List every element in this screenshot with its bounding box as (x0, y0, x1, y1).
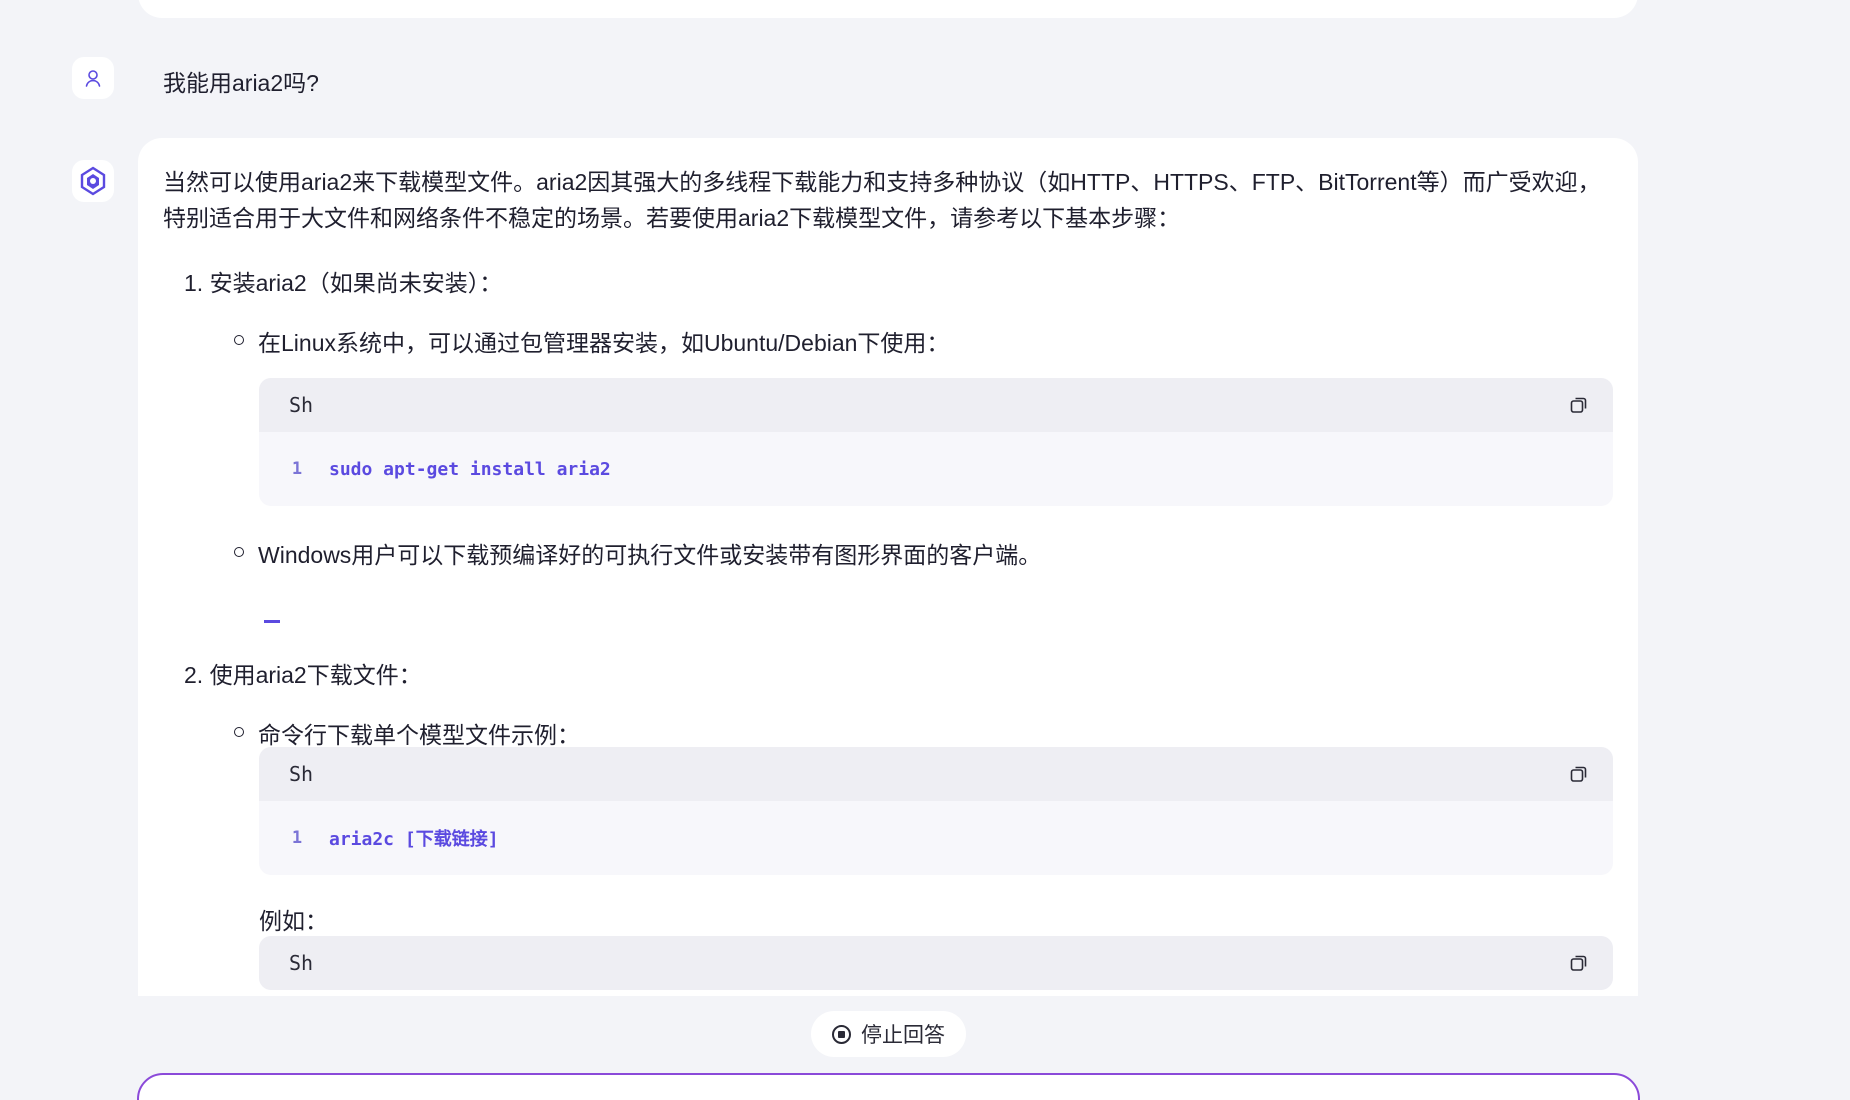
bullet-text: 在Linux系统中，可以通过包管理器安装，如Ubuntu/Debian下使用： (258, 330, 950, 356)
streaming-cursor (264, 620, 280, 623)
assistant-answer-card: 当然可以使用aria2来下载模型文件。aria2因其强大的多线程下载能力和支持多… (138, 138, 1638, 996)
code-language: Sh (289, 762, 314, 786)
code-block-example: Sh (259, 936, 1613, 990)
copy-icon (1570, 766, 1587, 782)
user-message: 我能用aria2吗? (163, 70, 319, 96)
assistant-avatar (72, 160, 114, 202)
bullet-dot (234, 335, 244, 345)
stop-answer-label: 停止回答 (861, 1024, 945, 1047)
copy-icon (1570, 397, 1587, 413)
bullet-dot (234, 547, 244, 557)
copy-button[interactable] (1567, 762, 1591, 786)
code-block-install: Sh 1 sudo apt-get install aria2 (259, 378, 1613, 506)
code-header: Sh (259, 936, 1613, 990)
step-2-heading: 2. 使用aria2下载文件： (184, 662, 422, 688)
step-1-heading: 1. 安装aria2（如果尚未安装）： (184, 270, 503, 296)
previous-message-card (138, 0, 1638, 18)
answer-intro: 当然可以使用aria2来下载模型文件。aria2因其强大的多线程下载能力和支持多… (163, 169, 1601, 231)
assistant-logo-icon (80, 166, 106, 196)
code-language: Sh (289, 951, 314, 975)
code-block-download: Sh 1 aria2c [下载链接] (259, 747, 1613, 875)
copy-button[interactable] (1567, 951, 1591, 975)
example-label: 例如： (259, 908, 328, 934)
bullet-text: Windows用户可以下载预编译好的可执行文件或安装带有图形界面的客户端。 (258, 542, 1042, 568)
code-line: aria2c [下载链接] (329, 829, 499, 850)
bullet-dot (234, 727, 244, 737)
user-icon (85, 70, 101, 87)
code-body: 1 sudo apt-get install aria2 (259, 432, 1613, 506)
user-avatar (72, 57, 114, 99)
copy-icon (1570, 955, 1587, 971)
line-number: 1 (291, 828, 303, 848)
bullet-text: 命令行下载单个模型文件示例： (258, 722, 580, 748)
stop-icon (832, 1024, 851, 1044)
line-number: 1 (291, 459, 303, 479)
chat-input[interactable] (137, 1073, 1640, 1100)
code-language: Sh (289, 393, 314, 417)
code-header: Sh (259, 378, 1613, 432)
stop-answer-button[interactable]: 停止回答 (811, 1011, 966, 1057)
copy-button[interactable] (1567, 393, 1591, 417)
code-line: sudo apt-get install aria2 (329, 458, 611, 480)
code-header: Sh (259, 747, 1613, 801)
code-body: 1 aria2c [下载链接] (259, 801, 1613, 875)
